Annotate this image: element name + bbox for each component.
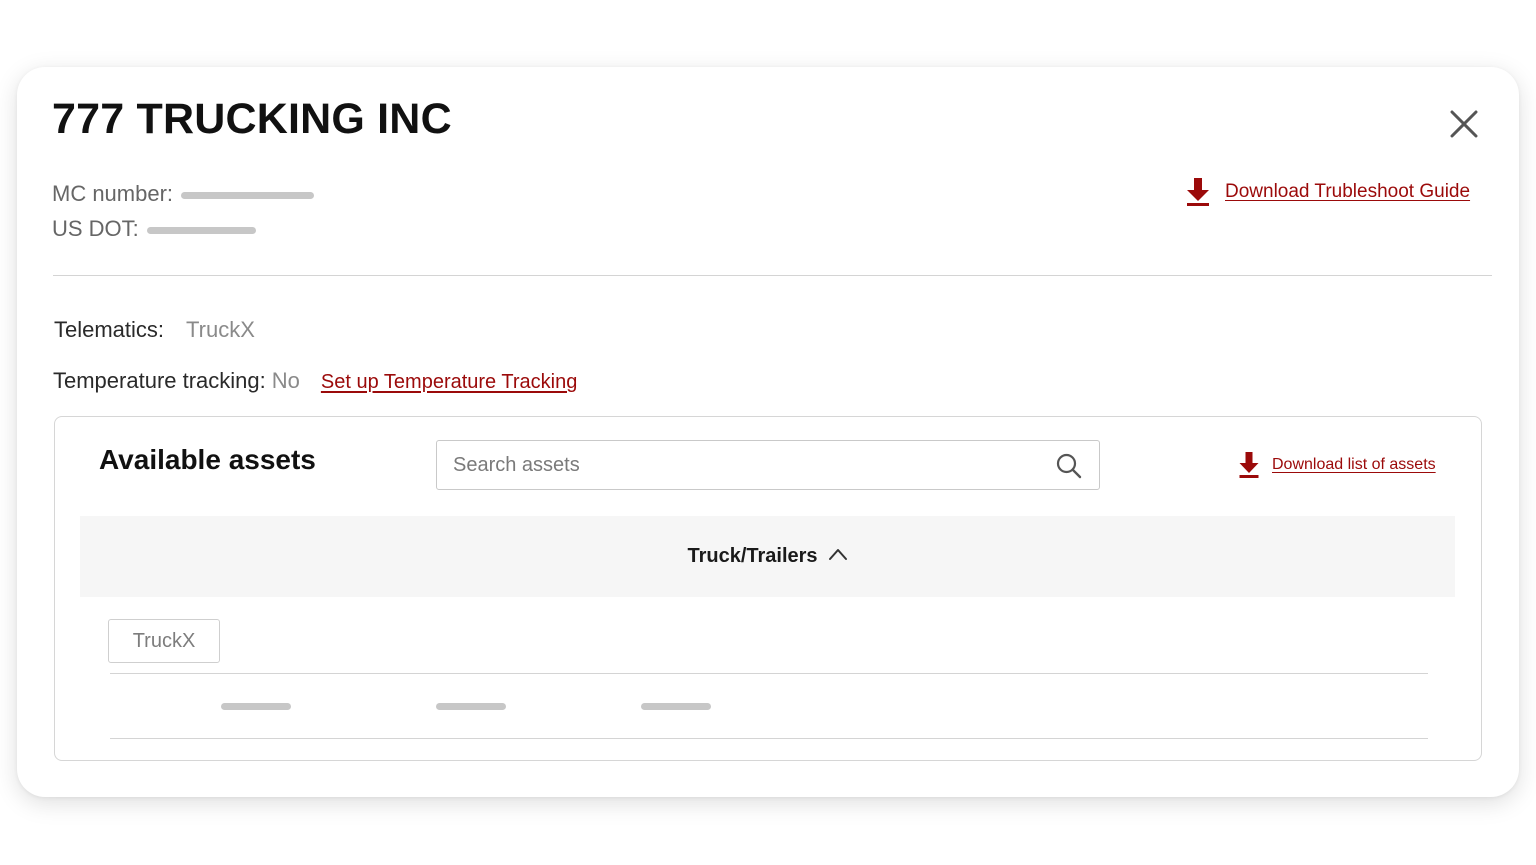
us-dot-redacted [146,227,256,234]
close-icon [1450,110,1478,138]
telematics-label: Telematics: [54,317,165,342]
download-guide-link[interactable]: Download Trubleshoot Guide [1185,177,1470,207]
chevron-up-icon [828,548,847,560]
download-icon [1239,452,1259,478]
us-dot-row: US DOT: [52,216,256,242]
us-dot-label: US DOT: [52,216,139,241]
truck-trailers-column-header[interactable]: Truck/Trailers [80,516,1455,597]
mc-number-label: MC number: [52,181,174,206]
telematics-value: TruckX [186,317,255,342]
redacted-cell [221,703,291,710]
telematics-row: Telematics: TruckX [54,317,255,343]
download-guide-label[interactable]: Download Trubleshoot Guide [1225,181,1470,203]
download-assets-link[interactable]: Download list of assets [1238,451,1436,479]
assets-title: Available assets [99,444,316,475]
close-button[interactable] [1445,105,1483,143]
assets-table-header: Truck/Trailers [80,516,1455,597]
search-icon[interactable] [1055,452,1083,480]
download-assets-label[interactable]: Download list of assets [1272,456,1436,474]
telematics-filter-chip[interactable]: TruckX [108,619,220,663]
available-assets-panel: Available assets Download list of assets… [54,416,1482,761]
company-modal: 777 TRUCKING INC MC number: US DOT: Down… [17,67,1519,797]
company-title: 777 TRUCKING INC [52,95,452,143]
temperature-label: Temperature tracking: [53,368,266,393]
search-input[interactable] [437,441,1053,489]
redacted-cell [436,703,506,710]
column-header-label: Truck/Trailers [687,545,818,567]
redacted-cell [641,703,711,710]
search-box[interactable] [436,440,1100,490]
mc-number-row: MC number: [52,181,315,207]
mc-number-redacted [181,192,315,199]
download-icon [1187,178,1209,206]
temperature-row: Temperature tracking: No Set up Temperat… [53,368,577,394]
row-divider [110,673,1428,674]
header-divider [53,275,1492,276]
temperature-value: No [271,368,300,393]
setup-temperature-link[interactable]: Set up Temperature Tracking [321,371,577,394]
row-divider [110,738,1428,739]
